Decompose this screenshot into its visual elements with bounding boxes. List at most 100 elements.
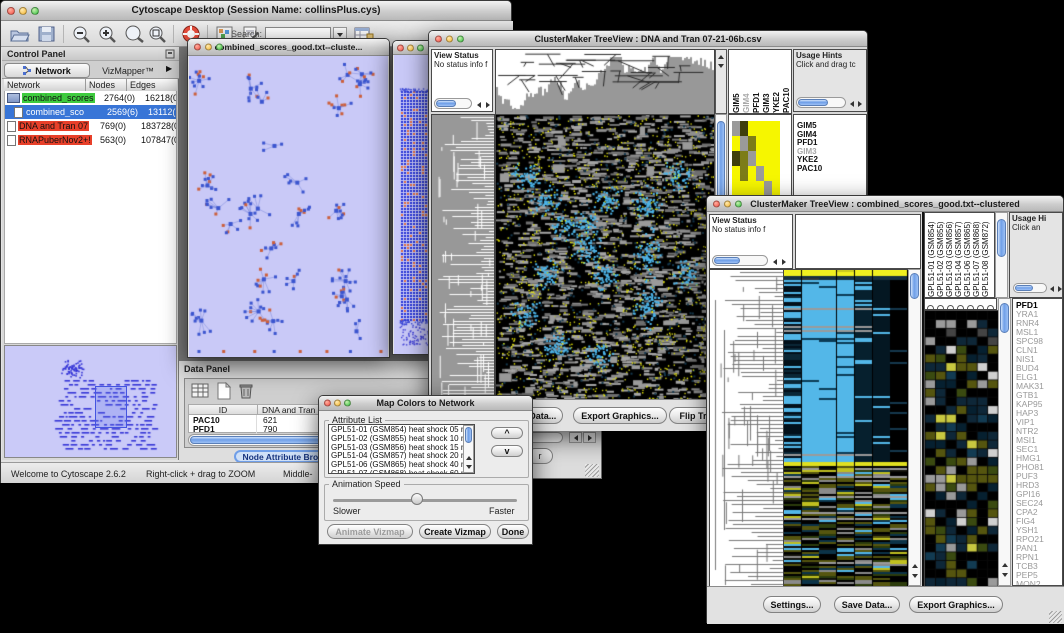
attribute-list[interactable]: GPL51-01 (GSM854) heat shock 05 minGPL51… [328, 424, 475, 474]
view-status-hscrollbar[interactable] [434, 98, 472, 109]
dialog-title: Map Colors to Network [376, 398, 474, 408]
usage-hints-hscrollbar[interactable] [796, 97, 846, 108]
scroll-left-icon[interactable] [569, 432, 582, 443]
treeview2-button-1[interactable]: Save Data... [834, 596, 900, 613]
attribute-list-item[interactable]: GPL51-07 (GSM868) heat shock 60 min [329, 470, 474, 474]
treeview2-zoom-heatmap[interactable] [924, 310, 999, 588]
window-controls[interactable] [7, 7, 39, 15]
zoom-window-icon[interactable] [735, 200, 742, 207]
network-overview-panel[interactable] [4, 345, 177, 458]
scroll-right-icon[interactable] [856, 99, 864, 108]
treeview1-heatmap[interactable] [495, 114, 715, 401]
zoom-window-icon[interactable] [344, 400, 351, 407]
treeview1-column-scroll-strip[interactable] [715, 49, 727, 114]
column-label: GPL51-06 (GSM865) [963, 213, 972, 297]
attribute-list-item[interactable]: GPL51-06 (GSM865) heat shock 40 min [329, 461, 474, 470]
zoom-window-icon[interactable] [216, 44, 223, 51]
control-panel-header: Control Panel [2, 47, 179, 61]
save-icon[interactable] [37, 25, 57, 43]
data-col-id[interactable]: ID [189, 405, 258, 414]
treeview2-zoom-vscrollbar[interactable] [998, 298, 1011, 586]
speed-slider-thumb[interactable] [411, 493, 423, 505]
tab-vizmapper[interactable]: VizMapper™ [92, 63, 164, 78]
close-icon[interactable] [397, 44, 404, 51]
treeview2-title: ClusterMaker TreeView : combined_scores_… [750, 199, 1019, 209]
resize-grip[interactable] [585, 464, 599, 477]
network-list-row[interactable]: combined_scores2764(0)16218(0) [5, 91, 176, 105]
scroll-left-icon[interactable] [770, 257, 779, 266]
usage-hints-hscrollbar[interactable] [1013, 283, 1047, 293]
close-icon[interactable] [324, 400, 331, 407]
minimize-icon[interactable] [205, 44, 212, 51]
overview-viewport-rect[interactable] [95, 386, 127, 428]
col-nodes[interactable]: Nodes [86, 79, 127, 91]
close-icon[interactable] [713, 200, 720, 207]
minimize-icon[interactable] [19, 7, 27, 15]
treeview2-button-0[interactable]: Settings... [763, 596, 821, 613]
control-panel-title: Control Panel [7, 49, 66, 59]
move-down-button[interactable]: v [491, 445, 523, 457]
scroll-left-icon[interactable] [1048, 284, 1056, 293]
minimize-icon[interactable] [334, 400, 341, 407]
treeview2-heatmap[interactable] [783, 269, 909, 588]
treeview1-column-dendrogram[interactable] [495, 49, 715, 116]
treeview2-button-2[interactable]: Export Graphics... [909, 596, 1003, 613]
treeview2-column-tree-area[interactable] [795, 214, 921, 269]
speed-slider-track[interactable] [333, 499, 517, 502]
network-list-row[interactable]: DNA and Tran 07769(0)183728(0) [5, 119, 176, 133]
zoom-selected-icon[interactable] [123, 25, 145, 43]
dialog-button-create-vizmap[interactable]: Create Vizmap [419, 524, 491, 539]
minimize-icon[interactable] [724, 200, 731, 207]
attribute-list-item[interactable]: GPL51-01 (GSM854) heat shock 05 min [329, 426, 474, 435]
scroll-right-icon[interactable] [779, 257, 788, 266]
network-list-row[interactable]: combined_sco2569(6)13112(15) [5, 105, 176, 119]
resize-grip[interactable] [1049, 611, 1062, 623]
scroll-right-icon[interactable] [483, 100, 492, 109]
treeview2-row-dendrogram[interactable] [709, 269, 784, 588]
move-up-button[interactable]: ^ [491, 427, 523, 439]
close-icon[interactable] [435, 35, 442, 42]
attribute-list-item[interactable]: GPL51-02 (GSM855) heat shock 10 min [329, 435, 474, 444]
view-status-hscrollbar[interactable] [712, 255, 768, 266]
tab-network[interactable]: Network [4, 63, 90, 78]
table-icon[interactable] [191, 382, 211, 400]
zoom-heatmap-cell [748, 136, 756, 151]
attribute-list-vscrollbar[interactable] [463, 425, 474, 473]
main-title-bar[interactable]: Cytoscape Desktop (Session Name: collins… [1, 1, 511, 21]
treeview2-vscrollbar[interactable] [908, 269, 921, 586]
network-list-row[interactable]: RNAPuberNov2+!563(0)107847(0) [5, 133, 176, 147]
treeview1-button-1[interactable]: Export Graphics... [573, 407, 667, 424]
treeview2-title-bar[interactable]: ClusterMaker TreeView : combined_scores_… [707, 196, 1063, 212]
col-network[interactable]: Network [4, 79, 86, 91]
attribute-list-item[interactable]: GPL51-03 (GSM856) heat shock 15 min [329, 444, 474, 453]
zoom-out-icon[interactable] [71, 25, 93, 43]
close-icon[interactable] [194, 44, 201, 51]
dialog-button-done[interactable]: Done [497, 524, 529, 539]
trash-icon[interactable] [237, 382, 255, 400]
zoom-window-icon[interactable] [31, 7, 39, 15]
zoom-in-icon[interactable] [97, 25, 119, 43]
close-icon[interactable] [7, 7, 15, 15]
open-folder-icon[interactable] [9, 25, 31, 43]
new-document-icon[interactable] [215, 382, 233, 400]
dialog-title-bar[interactable]: Map Colors to Network [319, 396, 532, 411]
attribute-list-item[interactable]: GPL51-04 (GSM857) heat shock 20 min [329, 452, 474, 461]
zoom-window-icon[interactable] [417, 44, 424, 51]
minimize-icon[interactable] [446, 35, 453, 42]
treeview1-row-dendrogram[interactable] [431, 114, 495, 401]
network-view-canvas[interactable] [189, 56, 388, 357]
network-window-title-bar[interactable]: combined_scores_good.txt--cluste... [188, 39, 389, 56]
treeview1-title-bar[interactable]: ClusterMaker TreeView : DNA and Tran 07-… [429, 31, 867, 47]
col-edges[interactable]: Edges [127, 79, 177, 91]
scroll-left-icon[interactable] [474, 100, 483, 109]
treeview2-column-labels-vscrollbar[interactable] [995, 212, 1008, 298]
minimize-icon[interactable] [407, 44, 414, 51]
zoom-window-icon[interactable] [457, 35, 464, 42]
zoom-heatmap-cell [756, 181, 764, 196]
scroll-right-icon[interactable] [583, 432, 596, 443]
tab-overflow-button[interactable]: ▶ [166, 64, 172, 73]
zoom-fit-icon[interactable] [147, 25, 169, 43]
scroll-right-icon[interactable] [1056, 284, 1064, 293]
scroll-left-icon[interactable] [848, 99, 856, 108]
float-panel-icon[interactable] [165, 49, 175, 59]
